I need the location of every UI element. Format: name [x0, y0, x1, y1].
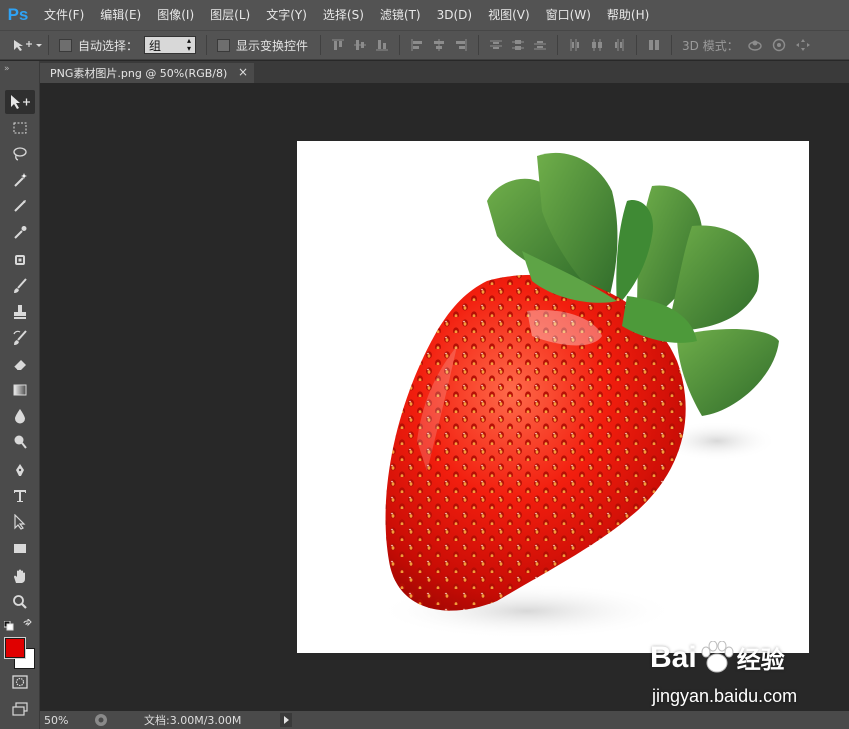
document-tab[interactable]: PNG素材图片.png @ 50%(RGB/8) ×	[40, 63, 254, 83]
blur-icon[interactable]	[5, 404, 35, 428]
gradient-icon[interactable]	[5, 378, 35, 402]
auto-select-checkbox[interactable]	[59, 38, 72, 52]
divider	[48, 35, 49, 55]
3d-rotate-icon[interactable]	[747, 38, 763, 52]
swap-colors-icon[interactable]	[22, 617, 34, 631]
3d-mode-label: 3D 模式：	[682, 38, 739, 53]
menu-filter[interactable]: 滤镜(T)	[372, 0, 429, 30]
dodge-icon[interactable]	[5, 430, 35, 454]
align-top-icon[interactable]	[332, 39, 345, 51]
clone-stamp-icon[interactable]	[5, 300, 35, 324]
menu-edit[interactable]: 编辑(E)	[92, 0, 149, 30]
auto-select-label: 自动选择：	[78, 38, 139, 53]
magic-wand-icon[interactable]	[5, 168, 35, 192]
spot-healing-brush-icon[interactable]	[5, 248, 35, 272]
distribute-hcenter-icon[interactable]	[591, 39, 603, 51]
pen-icon[interactable]	[5, 458, 35, 482]
document-tab-bar: PNG素材图片.png @ 50%(RGB/8) ×	[40, 61, 849, 83]
screen-mode-icon[interactable]	[5, 697, 35, 721]
move-tool-preset-icon[interactable]	[12, 38, 42, 52]
photoshop-logo: Ps	[7, 5, 29, 24]
watermark-url: jingyan.baidu.com	[652, 686, 798, 706]
menu-help[interactable]: 帮助(H)	[599, 0, 657, 30]
eyedropper-icon[interactable]	[5, 220, 35, 244]
menu-bar: Ps 文件(F) 编辑(E) 图像(I) 图层(L) 文字(Y) 选择(S) 滤…	[0, 0, 849, 30]
type-icon[interactable]	[5, 484, 35, 508]
menu-window[interactable]: 窗口(W)	[538, 0, 599, 30]
collapse-arrows-icon[interactable]: »	[4, 64, 10, 74]
menu-file[interactable]: 文件(F)	[36, 0, 92, 30]
distribute-bottom-icon[interactable]	[534, 39, 547, 51]
document-canvas[interactable]	[297, 141, 809, 653]
crop-icon[interactable]	[5, 194, 35, 218]
menu-view[interactable]: 视图(V)	[480, 0, 538, 30]
align-bottom-icon[interactable]	[376, 39, 389, 51]
zoom-level[interactable]: 50%	[44, 714, 92, 727]
tools-panel: »	[0, 61, 40, 729]
align-hcenter-icon[interactable]	[433, 39, 445, 51]
divider	[557, 35, 559, 55]
document-tab-title: PNG素材图片.png @ 50%(RGB/8)	[50, 67, 228, 80]
distribute-vcenter-icon[interactable]	[512, 39, 525, 51]
foreground-color-swatch[interactable]	[4, 637, 26, 659]
status-menu-arrow-icon[interactable]	[280, 713, 292, 727]
divider	[399, 35, 401, 55]
divider	[478, 35, 480, 55]
align-right-icon[interactable]	[455, 39, 467, 51]
quick-mask-icon[interactable]	[5, 670, 35, 694]
paw-icon	[701, 640, 734, 672]
options-bar: 自动选择： 组 ▴ ▾ 显示变换控件 3D 模式：	[0, 30, 849, 60]
auto-select-value: 组	[149, 38, 162, 53]
distribute-left-icon[interactable]	[569, 39, 581, 51]
auto-align-icon[interactable]	[648, 39, 660, 51]
menu-layer[interactable]: 图层(L)	[202, 0, 258, 30]
divider	[671, 35, 673, 55]
eraser-icon[interactable]	[5, 352, 35, 376]
updown-arrows-icon: ▴ ▾	[187, 36, 192, 53]
zoom-icon[interactable]	[5, 590, 35, 614]
menu-image[interactable]: 图像(I)	[149, 0, 202, 30]
divider	[320, 35, 322, 55]
rectangle-shape-icon[interactable]	[5, 536, 35, 560]
close-icon[interactable]: ×	[238, 65, 248, 79]
lasso-icon[interactable]	[5, 142, 35, 166]
align-vcenter-icon[interactable]	[354, 39, 367, 51]
strawberry-image	[377, 152, 779, 639]
path-selection-icon[interactable]	[5, 510, 35, 534]
menu-type[interactable]: 文字(Y)	[258, 0, 315, 30]
distribute-top-icon[interactable]	[490, 39, 503, 51]
document-size: 文档:3.00M/3.00M	[144, 714, 242, 727]
show-transform-label: 显示变换控件	[236, 38, 309, 53]
brush-icon[interactable]	[5, 274, 35, 298]
3d-pan-icon[interactable]	[795, 38, 811, 52]
baidu-jingyan-watermark: Bai 经验 jingyan.baidu.com	[600, 628, 810, 716]
show-transform-checkbox[interactable]	[217, 38, 231, 52]
rectangular-marquee-icon[interactable]	[5, 116, 35, 140]
divider	[206, 35, 208, 55]
status-bar: 50% 文档:3.00M/3.00M	[40, 711, 849, 729]
move-tool-icon[interactable]	[5, 90, 35, 114]
3d-roll-icon[interactable]	[771, 38, 787, 52]
auto-select-dropdown[interactable]: 组 ▴ ▾	[144, 36, 197, 54]
menu-select[interactable]: 选择(S)	[315, 0, 372, 30]
watermark-brand-tail: 经验	[736, 647, 785, 674]
watermark-brand: Bai	[650, 640, 697, 674]
document-info-icon[interactable]	[94, 713, 108, 727]
align-left-icon[interactable]	[411, 39, 423, 51]
divider	[636, 35, 638, 55]
distribute-right-icon[interactable]	[613, 39, 625, 51]
hand-icon[interactable]	[5, 564, 35, 588]
history-brush-icon[interactable]	[5, 326, 35, 350]
menu-3d[interactable]: 3D(D)	[429, 0, 480, 30]
default-colors-icon[interactable]	[3, 620, 14, 631]
